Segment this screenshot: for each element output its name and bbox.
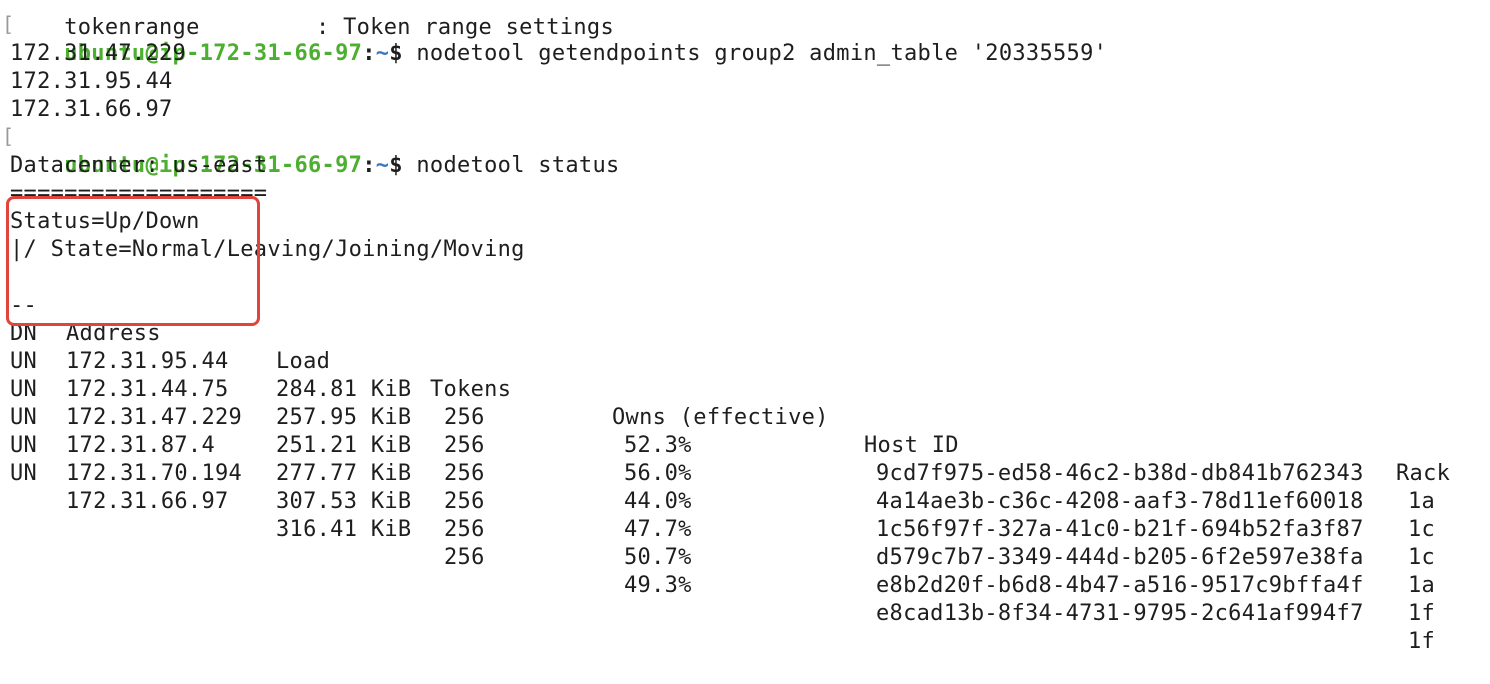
row-tokens: 256 bbox=[444, 461, 485, 486]
row-load: 277.77 KiB bbox=[276, 461, 412, 486]
endpoint-line: 172.31.66.97 bbox=[10, 97, 173, 122]
row-host-id: e8cad13b-8f34-4731-9795-2c641af994f7 bbox=[876, 601, 1364, 626]
prompt-colon: : bbox=[362, 41, 376, 66]
row-owns: 44.0% bbox=[624, 489, 692, 514]
row-rack: 1a bbox=[1408, 489, 1436, 514]
row-rack: 1c bbox=[1408, 517, 1436, 542]
command-text: nodetool status bbox=[416, 153, 620, 178]
row-owns: 56.0% bbox=[624, 461, 692, 486]
row-rack: 1f bbox=[1408, 629, 1436, 654]
header-rack: Rack bbox=[1396, 461, 1451, 486]
row-owns: 50.7% bbox=[624, 545, 692, 570]
table-row: UN 172.31.66.97 316.41 KiB 256 49.3% e8c… bbox=[10, 432, 1470, 654]
row-state: UN bbox=[10, 461, 38, 486]
row-host-id: 1c56f97f-327a-41c0-b21f-694b52fa3f87 bbox=[876, 517, 1364, 542]
prompt-path: ~ bbox=[375, 41, 390, 66]
row-host-id: 4a14ae3b-c36c-4208-aaf3-78d11ef60018 bbox=[876, 489, 1364, 514]
row-address: 172.31.66.97 bbox=[66, 489, 229, 514]
row-host-id: d579c7b7-3349-444d-b205-6f2e597e38fa bbox=[876, 545, 1364, 570]
row-rack: 1a bbox=[1408, 573, 1436, 598]
endpoint-line: 172.31.47.229 bbox=[10, 41, 187, 66]
prompt-path: ~ bbox=[375, 153, 390, 178]
prompt-symbol: $ bbox=[389, 41, 403, 66]
row-load: 316.41 KiB bbox=[276, 517, 412, 542]
red-highlight-box bbox=[6, 196, 260, 326]
endpoint-line: 172.31.95.44 bbox=[10, 69, 173, 94]
table-row: UN 172.31.70.194 307.53 KiB 256 50.7% e8… bbox=[10, 404, 1470, 626]
row-tokens: 256 bbox=[444, 545, 485, 570]
row-tokens: 256 bbox=[444, 517, 485, 542]
row-host-id: e8b2d20f-b6d8-4b47-a516-9517c9bffa4f bbox=[876, 573, 1364, 598]
prompt-colon: : bbox=[362, 153, 376, 178]
row-owns: 49.3% bbox=[624, 573, 692, 598]
command-text: nodetool getendpoints group2 admin_table… bbox=[416, 41, 1108, 66]
table-row: UN 172.31.47.229 251.21 KiB 256 44.0% 1c… bbox=[10, 348, 1470, 570]
row-host-id: 9cd7f975-ed58-46c2-b38d-db841b762343 bbox=[876, 461, 1364, 486]
command-line-1: ubuntu@ip-172-31-66-97:~$ nodetool geten… bbox=[10, 12, 1107, 66]
table-row: UN 172.31.87.4 277.77 KiB 256 47.7% d579… bbox=[10, 376, 1470, 598]
terminal-window[interactable]: tokenrange: Token range settings [ ubunt… bbox=[0, 0, 1490, 654]
row-rack: 1f bbox=[1408, 601, 1436, 626]
row-owns: 47.7% bbox=[624, 517, 692, 542]
row-tokens: 256 bbox=[444, 489, 485, 514]
row-address: 172.31.70.194 bbox=[66, 461, 243, 486]
datacenter-line: Datacenter: us-east bbox=[10, 153, 268, 178]
row-load: 307.53 KiB bbox=[276, 489, 412, 514]
prompt-symbol: $ bbox=[389, 153, 403, 178]
row-rack: 1c bbox=[1408, 545, 1436, 570]
command-line-2: ubuntu@ip-172-31-66-97:~$ nodetool statu… bbox=[10, 124, 620, 178]
